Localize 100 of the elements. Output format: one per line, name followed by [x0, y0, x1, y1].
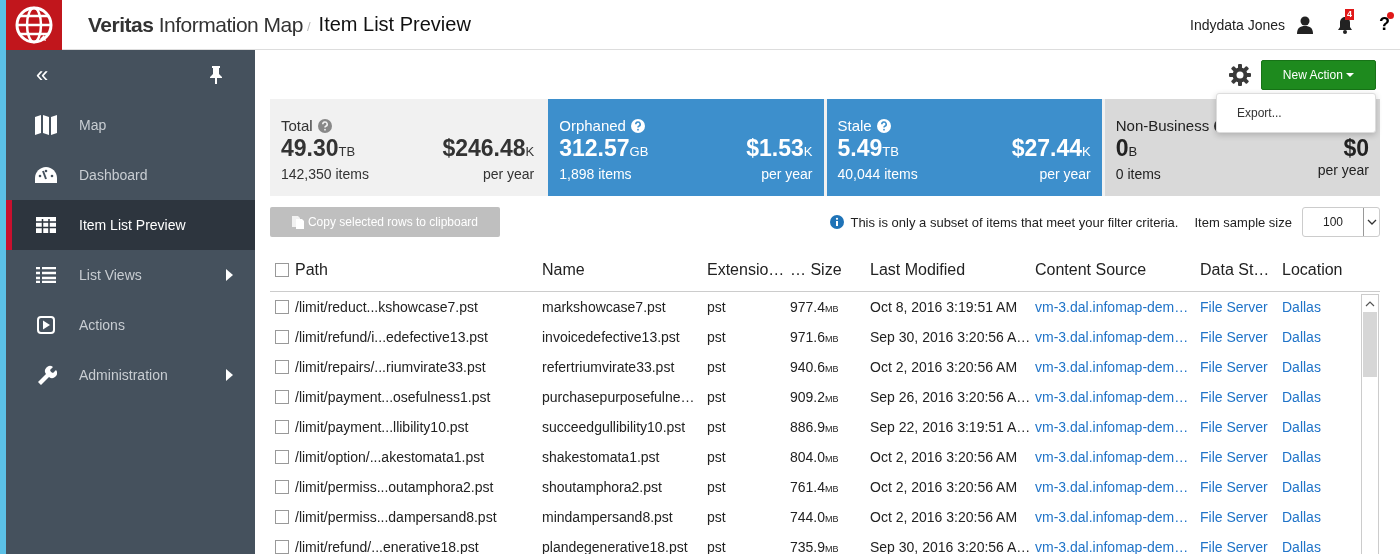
- content-source-link[interactable]: vm-3.dal.infomap-dem…: [1035, 299, 1200, 315]
- column-header[interactable]: Location: [1282, 261, 1359, 279]
- table-cell-text: 735.9MB: [790, 539, 840, 554]
- sidebar-item[interactable]: Map: [6, 100, 255, 150]
- content-source-link[interactable]: vm-3.dal.infomap-dem…: [1035, 479, 1200, 495]
- sidebar-item[interactable]: Dashboard: [6, 150, 255, 200]
- data-store-link[interactable]: File Server: [1200, 539, 1282, 554]
- sample-size-label: Item sample size: [1194, 214, 1292, 230]
- location-link[interactable]: Dallas: [1282, 329, 1359, 345]
- storage-amount: 312.57GB: [559, 134, 649, 164]
- location-link[interactable]: Dallas: [1282, 539, 1359, 554]
- table-cell-text: /limit/repairs/...riumvirate33.pst: [295, 359, 487, 375]
- filter-notice: This is only a subset of items that meet your filter criteria.: [850, 214, 1179, 230]
- row-checkbox[interactable]: [275, 300, 289, 314]
- table-cell-text: pst: [707, 389, 727, 405]
- new-action-button[interactable]: New Action: [1261, 59, 1376, 90]
- location-link[interactable]: Dallas: [1282, 449, 1359, 465]
- info-icon: [830, 215, 845, 230]
- user-name: Indydata Jones: [1190, 16, 1285, 33]
- table-cell-text: pst: [707, 539, 727, 554]
- data-store-link[interactable]: File Server: [1200, 329, 1282, 345]
- notification-count: 4: [1345, 8, 1354, 20]
- row-checkbox[interactable]: [275, 420, 289, 434]
- data-store-link[interactable]: File Server: [1200, 509, 1282, 525]
- sidebar-item[interactable]: Administration: [6, 350, 255, 400]
- table-cell-text: shakestomata1.pst: [542, 449, 661, 465]
- table-cell-text: /limit/option/...akestomata1.pst: [295, 449, 486, 465]
- table-cell-text: Sep 30, 2016 3:20:56 A…: [870, 539, 1032, 554]
- scrollbar[interactable]: [1361, 294, 1379, 554]
- table-cell-text: 977.4MB: [790, 299, 840, 315]
- table-cell-text: 886.9MB: [790, 419, 840, 435]
- sidebar-item[interactable]: List Views: [6, 250, 255, 300]
- notifications-button[interactable]: 4: [1337, 7, 1359, 34]
- column-header[interactable]: Extensio…: [707, 261, 790, 279]
- column-header[interactable]: … Size: [790, 261, 870, 279]
- content-source-link[interactable]: vm-3.dal.infomap-dem…: [1035, 329, 1200, 345]
- table-cell-text: pst: [707, 449, 727, 465]
- row-checkbox[interactable]: [275, 510, 289, 524]
- row-checkbox[interactable]: [275, 480, 289, 494]
- content-source-link[interactable]: vm-3.dal.infomap-dem…: [1035, 509, 1200, 525]
- data-store-link[interactable]: File Server: [1200, 359, 1282, 375]
- data-store-link[interactable]: File Server: [1200, 479, 1282, 495]
- column-header[interactable]: Data St…: [1200, 261, 1282, 279]
- pin-icon[interactable]: [209, 66, 223, 84]
- user-icon[interactable]: [1297, 15, 1313, 34]
- select-all-checkbox[interactable]: [275, 263, 289, 277]
- sidebar-item[interactable]: Actions: [6, 300, 255, 350]
- column-header[interactable]: Last Modified: [870, 261, 1035, 279]
- table-cell-text: Oct 2, 2016 3:20:56 AM: [870, 449, 1019, 465]
- menu-item[interactable]: Export...: [1217, 100, 1375, 126]
- cost-period: per year: [1317, 162, 1369, 179]
- content-source-link[interactable]: vm-3.dal.infomap-dem…: [1035, 449, 1200, 465]
- card-title: Total: [281, 117, 313, 135]
- cost-amount: $0: [1342, 134, 1369, 163]
- location-link[interactable]: Dallas: [1282, 389, 1359, 405]
- data-store-link[interactable]: File Server: [1200, 299, 1282, 315]
- row-checkbox[interactable]: [275, 450, 289, 464]
- data-store-link[interactable]: File Server: [1200, 449, 1282, 465]
- table-cell-text: Oct 8, 2016 3:19:51 AM: [870, 299, 1019, 315]
- chevron-up-icon[interactable]: [1365, 301, 1375, 307]
- table-cell-text: pst: [707, 479, 727, 495]
- row-checkbox[interactable]: [275, 360, 289, 374]
- table-cell-text: invoicedefective13.pst: [542, 329, 681, 345]
- location-link[interactable]: Dallas: [1282, 359, 1359, 375]
- column-header[interactable]: Path: [295, 261, 542, 279]
- table-cell-text: Oct 2, 2016 3:20:56 AM: [870, 359, 1019, 375]
- data-store-link[interactable]: File Server: [1200, 389, 1282, 405]
- row-checkbox[interactable]: [275, 390, 289, 404]
- column-header[interactable]: Name: [542, 261, 707, 279]
- data-store-link[interactable]: File Server: [1200, 419, 1282, 435]
- sample-size-select[interactable]: 100: [1302, 207, 1380, 238]
- location-link[interactable]: Dallas: [1282, 419, 1359, 435]
- row-checkbox[interactable]: [275, 330, 289, 344]
- cost-period: per year: [760, 166, 813, 183]
- table-cell-text: 761.4MB: [790, 479, 840, 495]
- settings-icon[interactable]: [1229, 63, 1251, 86]
- content-source-link[interactable]: vm-3.dal.infomap-dem…: [1035, 359, 1200, 375]
- collapse-button[interactable]: «: [36, 62, 49, 88]
- item-count: 1,898 items: [559, 166, 633, 183]
- cost-period: per year: [481, 166, 535, 183]
- content-source-link[interactable]: vm-3.dal.infomap-dem…: [1035, 419, 1200, 435]
- table-cell-text: Sep 30, 2016 3:20:56 A…: [870, 329, 1032, 345]
- column-header[interactable]: Content Source: [1035, 261, 1200, 279]
- content-source-link[interactable]: vm-3.dal.infomap-dem…: [1035, 539, 1200, 554]
- table-cell-text: 940.6MB: [790, 359, 840, 375]
- content-source-link[interactable]: vm-3.dal.infomap-dem…: [1035, 389, 1200, 405]
- sidebar-item[interactable]: Item List Preview: [6, 200, 255, 250]
- location-link[interactable]: Dallas: [1282, 479, 1359, 495]
- scrollbar-thumb[interactable]: [1363, 312, 1377, 377]
- table-cell-text: shoutamphora2.pst: [542, 479, 663, 495]
- cost-amount: $1.53K: [746, 134, 813, 164]
- table-cell-text: 744.0MB: [790, 509, 840, 525]
- table-cell-text: Oct 2, 2016 3:20:56 AM: [870, 509, 1019, 525]
- list-icon: [35, 267, 57, 283]
- card-title: Stale: [837, 117, 872, 135]
- row-checkbox[interactable]: [275, 540, 289, 554]
- location-link[interactable]: Dallas: [1282, 299, 1359, 315]
- gauge-icon: [35, 167, 57, 183]
- help-button[interactable]: ?: [1379, 14, 1390, 35]
- location-link[interactable]: Dallas: [1282, 509, 1359, 525]
